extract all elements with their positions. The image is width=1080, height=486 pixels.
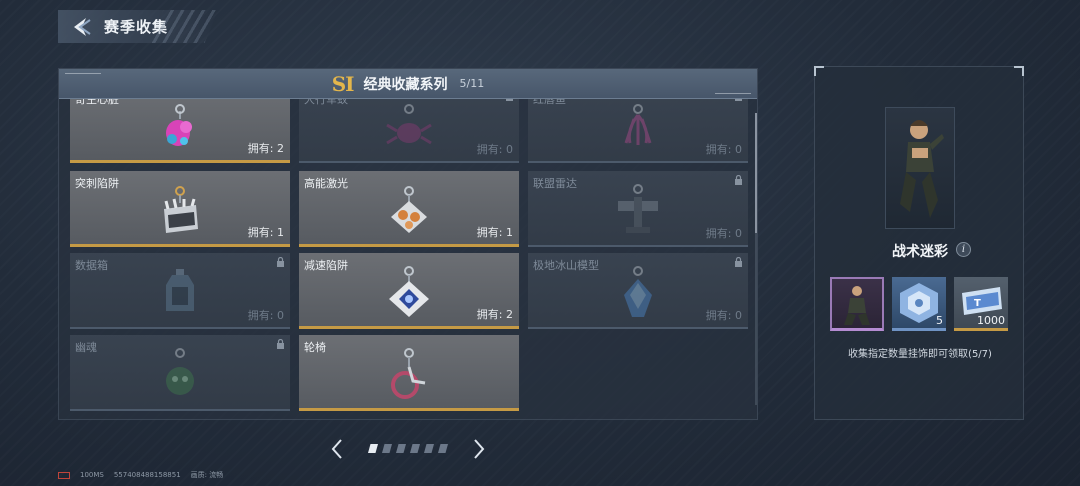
charm-name: 红唇鱼 [533, 99, 566, 106]
series-header: SI 经典收藏系列 5/11 [59, 69, 757, 99]
spike-trap-charm-icon [164, 186, 198, 233]
reward-requirement-text: 收集指定数量挂饰即可领取(5/7) [848, 349, 992, 360]
slow-trap-charm-icon [389, 266, 429, 317]
charm-card[interactable]: 数据箱 拥有: 0 [70, 253, 290, 329]
svg-text:T: T [974, 298, 981, 309]
reward-qty: 1000 [977, 314, 1005, 327]
charm-name: 轮椅 [304, 341, 326, 354]
ping-value: 100MS [80, 471, 104, 479]
charm-card[interactable]: 联盟雷达 拥有: 0 [528, 171, 748, 247]
charm-owned-count: 拥有: 0 [705, 309, 742, 322]
charm-owned-count: 拥有: 0 [476, 143, 513, 156]
charm-owned-count: 拥有: 2 [476, 308, 513, 321]
reward-skin-preview [885, 107, 955, 229]
prev-page-button[interactable] [328, 437, 346, 461]
charm-owned-count: 拥有: 1 [247, 226, 284, 239]
page-dot[interactable] [382, 444, 392, 453]
reward-item-crate[interactable]: 5 [892, 277, 946, 331]
charm-name: 突刺陷阱 [75, 177, 119, 190]
collection-panel: SI 经典收藏系列 5/11 奇生心脏 拥有: 2 大行军蚁 拥有: 0 红唇鱼… [58, 68, 758, 420]
squid-charm-icon [624, 104, 652, 145]
charm-card[interactable]: 突刺陷阱 拥有: 1 [70, 171, 290, 247]
wheelchair-charm-icon [391, 348, 426, 399]
page-indicator [368, 444, 448, 453]
laser-charm-icon [391, 186, 427, 233]
charm-owned-count: 拥有: 0 [247, 309, 284, 322]
quality-label: 画质: 流畅 [190, 471, 224, 479]
lock-icon [506, 99, 513, 101]
status-footer: 100MS 557408488158851 画质: 流畅 [58, 470, 223, 480]
charm-name: 奇生心脏 [75, 99, 119, 106]
page-dot[interactable] [438, 444, 448, 453]
charm-name: 数据箱 [75, 259, 108, 272]
charm-card[interactable]: 奇生心脏 拥有: 2 [70, 99, 290, 163]
radar-charm-icon [618, 184, 658, 233]
charm-owned-count: 拥有: 1 [476, 226, 513, 239]
grid-scrollbar[interactable] [755, 113, 757, 405]
charm-grid: 奇生心脏 拥有: 2 大行军蚁 拥有: 0 红唇鱼 拥有: 0 突刺陷阱 拥有:… [67, 99, 752, 411]
scroll-thumb[interactable] [755, 113, 757, 233]
charm-card[interactable]: 减速陷阱 拥有: 2 [299, 253, 519, 329]
lock-icon [735, 257, 742, 267]
info-icon[interactable]: i [956, 242, 971, 257]
page-dot[interactable] [410, 444, 420, 453]
series-progress: 5/11 [459, 77, 485, 90]
reward-item-tickets[interactable]: T 1000 [954, 277, 1008, 331]
reward-panel: 战术迷彩 i 5 T 1000 收集指定数量挂饰即可领取(5/7) [814, 66, 1024, 420]
chevron-right-icon [474, 439, 485, 459]
page-dot[interactable] [368, 444, 378, 453]
ghost-charm-icon [166, 348, 194, 395]
reward-name: 战术迷彩 [892, 244, 948, 260]
charm-card[interactable]: 极地冰山模型 拥有: 0 [528, 253, 748, 329]
series-title: 经典收藏系列 [363, 76, 448, 93]
network-icon [58, 471, 70, 479]
charm-owned-count: 拥有: 2 [247, 142, 284, 155]
charm-name: 高能激光 [304, 177, 348, 190]
season-logo: SI [331, 71, 355, 96]
data-box-charm-icon [166, 269, 194, 311]
charm-card[interactable]: 大行军蚁 拥有: 0 [299, 99, 519, 163]
charm-card[interactable]: 红唇鱼 拥有: 0 [528, 99, 748, 163]
charm-card[interactable]: 高能激光 拥有: 1 [299, 171, 519, 247]
charm-card[interactable]: 轮椅 [299, 335, 519, 411]
reward-item-skin[interactable] [830, 277, 884, 331]
charm-name: 幽魂 [75, 341, 97, 354]
header-deco-left [65, 73, 101, 76]
header-deco-right [715, 91, 751, 94]
back-button[interactable] [68, 14, 94, 40]
reward-qty: 5 [936, 314, 943, 327]
charm-name: 大行军蚁 [304, 99, 348, 106]
next-page-button[interactable] [470, 437, 488, 461]
charm-owned-count: 拥有: 0 [705, 227, 742, 240]
heart-charm-icon [166, 104, 192, 146]
page-dot[interactable] [424, 444, 434, 453]
chevron-left-icon [331, 439, 342, 459]
charm-name: 极地冰山模型 [533, 259, 599, 272]
skin-thumbnail-icon [844, 286, 870, 325]
charm-name: 联盟雷达 [533, 177, 577, 190]
ant-charm-icon [386, 104, 432, 145]
charm-card[interactable]: 幽魂 [70, 335, 290, 411]
character-portrait-icon [900, 120, 944, 218]
lock-icon [277, 257, 284, 267]
lock-icon [735, 175, 742, 185]
charm-name: 减速陷阱 [304, 259, 348, 272]
page-dot[interactable] [396, 444, 406, 453]
player-id: 557408488158851 [113, 471, 181, 479]
back-arrow-icon [74, 17, 91, 36]
charm-owned-count: 拥有: 0 [705, 143, 742, 156]
lock-icon [277, 339, 284, 349]
iceberg-charm-icon [624, 266, 652, 317]
lock-icon [735, 99, 742, 101]
